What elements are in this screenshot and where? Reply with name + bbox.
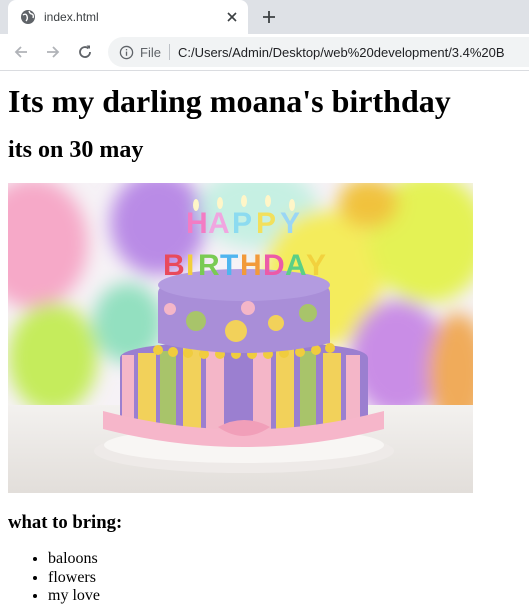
birthday-cake-image: H A P P Y B I R T H D A Y (8, 183, 473, 493)
svg-text:Y: Y (306, 249, 326, 282)
list-heading: what to bring: (8, 512, 123, 533)
svg-text:H: H (240, 249, 262, 282)
svg-text:A: A (208, 207, 230, 240)
svg-text:H: H (186, 207, 208, 240)
url-text[interactable]: C:/Users/Admin/Desktop/web%20development… (178, 45, 505, 60)
svg-text:B: B (163, 249, 185, 282)
page-subtitle: its on 30 may (8, 137, 144, 163)
tab-title: index.html (44, 10, 99, 24)
list-item: flowers (48, 569, 521, 588)
arrow-right-icon[interactable] (39, 38, 67, 66)
page-title: Its my darling moana's birthday (8, 83, 451, 119)
list-item: my love (48, 587, 521, 606)
svg-text:P: P (232, 207, 252, 240)
svg-text:T: T (220, 249, 238, 282)
svg-text:A: A (285, 249, 307, 282)
scheme-label: File (140, 44, 161, 60)
browser-toolbar: File C:/Users/Admin/Desktop/web%20develo… (0, 34, 529, 71)
info-icon[interactable] (118, 44, 134, 60)
svg-text:R: R (198, 249, 220, 282)
tab-strip: index.html (0, 0, 529, 34)
address-bar[interactable]: File C:/Users/Admin/Desktop/web%20develo… (108, 37, 529, 67)
address-divider (168, 44, 170, 60)
svg-text:Y: Y (280, 207, 300, 240)
globe-icon (20, 9, 36, 25)
svg-text:P: P (256, 207, 276, 240)
close-icon[interactable] (222, 7, 242, 27)
plus-icon[interactable] (259, 7, 279, 27)
bring-list: baloons flowers my love (8, 550, 521, 606)
svg-text:D: D (263, 249, 285, 282)
list-item: baloons (48, 550, 521, 569)
arrow-left-icon[interactable] (7, 38, 35, 66)
page-content: Its my darling moana's birthday its on 3… (0, 82, 529, 606)
svg-text:I: I (186, 249, 194, 282)
active-tab[interactable]: index.html (8, 0, 248, 34)
reload-icon[interactable] (71, 38, 99, 66)
